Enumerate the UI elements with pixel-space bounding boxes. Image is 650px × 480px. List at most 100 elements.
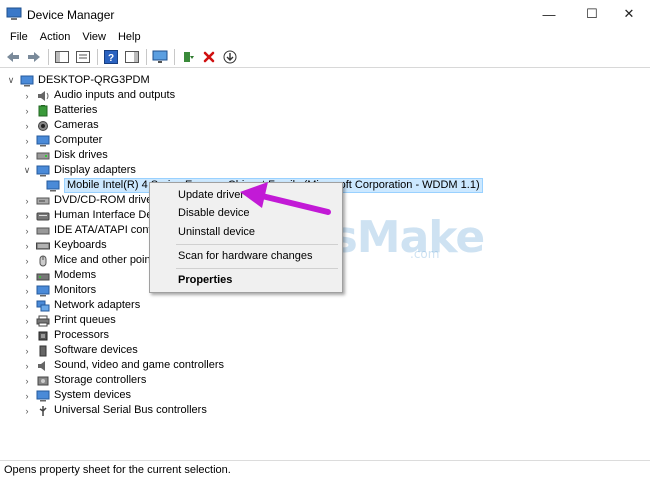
chevron-right-icon[interactable]: › (22, 403, 32, 418)
speaker-icon (38, 90, 49, 101)
tree-item-label: Display adapters (54, 164, 136, 176)
menu-view[interactable]: View (76, 28, 112, 46)
chevron-right-icon[interactable]: › (22, 133, 32, 148)
tree-item-usb[interactable]: › Universal Serial Bus controllers (22, 403, 207, 418)
chevron-right-icon[interactable]: › (22, 208, 32, 223)
toolbar-separator (97, 48, 98, 65)
menu-action[interactable]: Action (34, 28, 77, 46)
chevron-right-icon[interactable]: › (22, 358, 32, 373)
processor-icon (38, 331, 48, 340)
tree-item-label: Monitors (54, 284, 97, 296)
tree-item-print-queues[interactable]: › Print queues (22, 313, 116, 328)
chevron-right-icon[interactable]: › (22, 223, 32, 238)
show-hide-console-tree-button[interactable] (53, 48, 71, 66)
tree-item-keyboards[interactable]: › Keyboards (22, 238, 107, 253)
tree-item-label: Processors (54, 329, 110, 341)
title-bar: Device Manager — ☐ ✕ (0, 0, 650, 28)
tree-item-label: System devices (54, 389, 132, 401)
properties-menu-item[interactable]: Properties (178, 272, 232, 288)
uninstall-device-button[interactable] (200, 48, 218, 66)
close-button[interactable]: ✕ (608, 0, 650, 28)
dvd-drive-icon (36, 197, 50, 204)
back-button[interactable] (4, 48, 22, 66)
context-menu-separator (176, 244, 338, 245)
tree-item-storage[interactable]: › Storage controllers (22, 373, 147, 388)
camera-icon (38, 120, 48, 131)
chevron-right-icon[interactable]: › (22, 103, 32, 118)
update-driver-menu-item[interactable]: Update driver (178, 187, 244, 203)
chevron-right-icon[interactable]: › (22, 298, 32, 313)
chevron-right-icon[interactable]: › (22, 193, 32, 208)
chevron-down-icon[interactable]: ∨ (6, 73, 16, 88)
context-menu: Update driver Disable device Uninstall d… (149, 182, 343, 293)
system-device-icon (36, 390, 50, 401)
update-driver-button[interactable] (179, 48, 197, 66)
chevron-right-icon[interactable]: › (22, 373, 32, 388)
maximize-button[interactable]: ☐ (571, 0, 613, 28)
properties-icon (76, 50, 90, 63)
disk-drive-icon (36, 152, 50, 159)
tree-item-label: Storage controllers (54, 374, 147, 386)
tree-root[interactable]: ∨ DESKTOP-QRG3PDM (6, 73, 150, 88)
tree-item-label: Universal Serial Bus controllers (54, 404, 207, 416)
action-pane-icon (125, 50, 139, 63)
toolbar-separator (174, 48, 175, 65)
help-icon: ? (104, 49, 118, 64)
chevron-right-icon[interactable]: › (22, 238, 32, 253)
download-button[interactable] (221, 48, 239, 66)
toolbar-separator (146, 48, 147, 65)
chevron-down-icon[interactable]: ∨ (22, 163, 32, 178)
tree-item-audio[interactable]: › Audio inputs and outputs (22, 88, 176, 103)
tree-item-label: Disk drives (54, 149, 108, 161)
hid-icon (36, 212, 50, 220)
menu-help[interactable]: Help (112, 28, 147, 46)
storage-controller-icon (37, 376, 49, 385)
tree-item-processors[interactable]: › Processors (22, 328, 110, 343)
uninstall-device-menu-item[interactable]: Uninstall device (178, 224, 255, 240)
chevron-right-icon[interactable]: › (22, 118, 32, 133)
tree-root-label: DESKTOP-QRG3PDM (38, 74, 150, 86)
scan-monitor-button[interactable] (151, 48, 169, 66)
forward-button[interactable] (25, 48, 43, 66)
display-adapter-icon (46, 180, 60, 191)
network-adapter-icon (36, 300, 50, 311)
tree-item-software-devices[interactable]: › Software devices (22, 343, 138, 358)
chevron-right-icon[interactable]: › (22, 388, 32, 403)
software-device-icon (39, 345, 47, 356)
tree-item-display-adapters[interactable]: ∨ Display adapters (22, 163, 136, 178)
tree-item-system-devices[interactable]: › System devices (22, 388, 131, 403)
tree-item-cameras[interactable]: › Cameras (22, 118, 99, 133)
toolbar: ? (0, 46, 650, 68)
chevron-right-icon[interactable]: › (22, 148, 32, 163)
tree-item-disk-drives[interactable]: › Disk drives (22, 148, 108, 163)
chevron-right-icon[interactable]: › (22, 88, 32, 103)
tree-item-label: Cameras (54, 119, 99, 131)
tree-item-batteries[interactable]: › Batteries (22, 103, 97, 118)
menu-file[interactable]: File (0, 28, 34, 46)
monitor-icon (36, 135, 50, 146)
toolbar-separator (48, 48, 49, 65)
tree-item-network[interactable]: › Network adapters (22, 298, 140, 313)
scan-monitor-icon (152, 50, 168, 63)
minimize-button[interactable]: — (528, 0, 570, 28)
menu-bar: File Action View Help (0, 28, 650, 46)
svg-text:?: ? (108, 53, 114, 64)
chevron-right-icon[interactable]: › (22, 328, 32, 343)
chevron-right-icon[interactable]: › (22, 343, 32, 358)
chevron-right-icon[interactable]: › (22, 253, 32, 268)
tree-item-dvd[interactable]: › DVD/CD-ROM drives (22, 193, 158, 208)
chevron-right-icon[interactable]: › (22, 283, 32, 298)
help-button[interactable]: ? (102, 48, 120, 66)
tree-item-monitors[interactable]: › Monitors (22, 283, 96, 298)
action-pane-button[interactable] (123, 48, 141, 66)
tree-item-label: Audio inputs and outputs (54, 89, 176, 101)
tree-item-label: Batteries (54, 104, 98, 116)
tree-item-sound[interactable]: › Sound, video and game controllers (22, 358, 225, 373)
tree-item-modems[interactable]: › Modems (22, 268, 97, 283)
tree-item-computer[interactable]: › Computer (22, 133, 102, 148)
chevron-right-icon[interactable]: › (22, 313, 32, 328)
disable-device-menu-item[interactable]: Disable device (178, 205, 250, 221)
chevron-right-icon[interactable]: › (22, 268, 32, 283)
properties-button[interactable] (74, 48, 92, 66)
scan-hardware-menu-item[interactable]: Scan for hardware changes (178, 248, 313, 264)
